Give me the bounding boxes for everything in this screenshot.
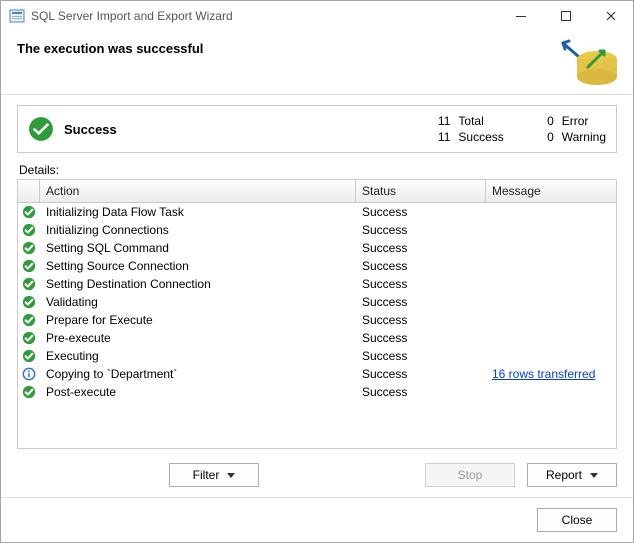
count-warning-n: 0 xyxy=(538,130,554,144)
cell-action: Post-execute xyxy=(40,383,356,401)
table-row[interactable]: Pre-executeSuccess xyxy=(18,329,616,347)
header: The execution was successful xyxy=(1,31,633,95)
cell-action: Prepare for Execute xyxy=(40,311,356,329)
grid-body: Initializing Data Flow TaskSuccessInitia… xyxy=(18,203,616,401)
cell-action: Pre-execute xyxy=(40,329,356,347)
cell-status: Success xyxy=(356,329,486,347)
close-button-label: Close xyxy=(562,513,593,527)
count-total-l: Total xyxy=(458,114,503,128)
cell-message xyxy=(486,354,616,358)
cell-message xyxy=(486,336,616,340)
success-icon xyxy=(18,221,40,239)
cell-action: Setting SQL Command xyxy=(40,239,356,257)
success-icon xyxy=(18,293,40,311)
cell-status: Success xyxy=(356,203,486,221)
count-warning-l: Warning xyxy=(562,130,606,144)
cell-status: Success xyxy=(356,221,486,239)
action-button-row: Filter Stop Report xyxy=(1,457,633,497)
app-icon xyxy=(9,8,25,24)
window-title: SQL Server Import and Export Wizard xyxy=(31,9,498,23)
cell-message xyxy=(486,246,616,250)
cell-action: Setting Source Connection xyxy=(40,257,356,275)
maximize-button[interactable] xyxy=(543,2,588,31)
col-message[interactable]: Message xyxy=(486,180,616,202)
cell-status: Success xyxy=(356,275,486,293)
success-icon xyxy=(18,383,40,401)
details-label: Details: xyxy=(19,163,615,177)
cell-status: Success xyxy=(356,293,486,311)
table-row[interactable]: Prepare for ExecuteSuccess xyxy=(18,311,616,329)
cell-action: Copying to `Department` xyxy=(40,365,356,383)
success-icon xyxy=(18,257,40,275)
cell-message xyxy=(486,228,616,232)
table-row[interactable]: Setting Destination ConnectionSuccess xyxy=(18,275,616,293)
cell-message xyxy=(486,210,616,214)
summary-panel: Success 11 Total 0 Error 11 Success 0 Wa… xyxy=(17,105,617,153)
table-row[interactable]: Post-executeSuccess xyxy=(18,383,616,401)
cell-status: Success xyxy=(356,365,486,383)
info-icon xyxy=(18,365,40,383)
cell-action: Initializing Connections xyxy=(40,221,356,239)
report-button-label: Report xyxy=(546,468,582,482)
summary-label: Success xyxy=(64,122,424,137)
close-button[interactable]: Close xyxy=(537,508,617,532)
table-row[interactable]: ValidatingSuccess xyxy=(18,293,616,311)
table-row[interactable]: Copying to `Department`Success16 rows tr… xyxy=(18,365,616,383)
filter-button[interactable]: Filter xyxy=(169,463,259,487)
count-success-l: Success xyxy=(458,130,503,144)
table-row[interactable]: ExecutingSuccess xyxy=(18,347,616,365)
cell-message[interactable]: 16 rows transferred xyxy=(486,365,616,383)
table-row[interactable]: Setting Source ConnectionSuccess xyxy=(18,257,616,275)
minimize-button[interactable] xyxy=(498,2,543,31)
cell-message xyxy=(486,318,616,322)
col-action[interactable]: Action xyxy=(40,180,356,202)
count-error-l: Error xyxy=(562,114,606,128)
summary-counts: 11 Total 0 Error 11 Success 0 Warning xyxy=(434,114,606,144)
col-icon xyxy=(18,180,40,202)
cell-message xyxy=(486,390,616,394)
details-grid: Action Status Message Initializing Data … xyxy=(17,179,617,449)
grid-header: Action Status Message xyxy=(18,180,616,203)
cell-status: Success xyxy=(356,257,486,275)
count-error-n: 0 xyxy=(538,114,554,128)
cell-action: Setting Destination Connection xyxy=(40,275,356,293)
success-icon xyxy=(28,116,54,142)
chevron-down-icon xyxy=(227,473,235,478)
success-icon xyxy=(18,203,40,221)
success-icon xyxy=(18,311,40,329)
cell-status: Success xyxy=(356,383,486,401)
table-row[interactable]: Initializing Data Flow TaskSuccess xyxy=(18,203,616,221)
count-success-n: 11 xyxy=(434,130,450,144)
footer: Close xyxy=(1,497,633,542)
header-message: The execution was successful xyxy=(17,41,203,56)
header-graphic xyxy=(561,37,621,87)
stop-button-label: Stop xyxy=(458,468,483,482)
cell-message xyxy=(486,300,616,304)
filter-button-label: Filter xyxy=(193,468,220,482)
success-icon xyxy=(18,347,40,365)
col-status[interactable]: Status xyxy=(356,180,486,202)
cell-action: Validating xyxy=(40,293,356,311)
cell-action: Initializing Data Flow Task xyxy=(40,203,356,221)
success-icon xyxy=(18,275,40,293)
chevron-down-icon xyxy=(590,473,598,478)
stop-button: Stop xyxy=(425,463,515,487)
success-icon xyxy=(18,239,40,257)
close-window-button[interactable] xyxy=(588,2,633,31)
cell-message xyxy=(486,264,616,268)
cell-status: Success xyxy=(356,347,486,365)
titlebar: SQL Server Import and Export Wizard xyxy=(1,1,633,31)
cell-status: Success xyxy=(356,311,486,329)
cell-message xyxy=(486,282,616,286)
table-row[interactable]: Initializing ConnectionsSuccess xyxy=(18,221,616,239)
table-row[interactable]: Setting SQL CommandSuccess xyxy=(18,239,616,257)
wizard-window: SQL Server Import and Export Wizard The … xyxy=(0,0,634,543)
count-total-n: 11 xyxy=(434,114,450,128)
cell-status: Success xyxy=(356,239,486,257)
report-button[interactable]: Report xyxy=(527,463,617,487)
cell-action: Executing xyxy=(40,347,356,365)
success-icon xyxy=(18,329,40,347)
